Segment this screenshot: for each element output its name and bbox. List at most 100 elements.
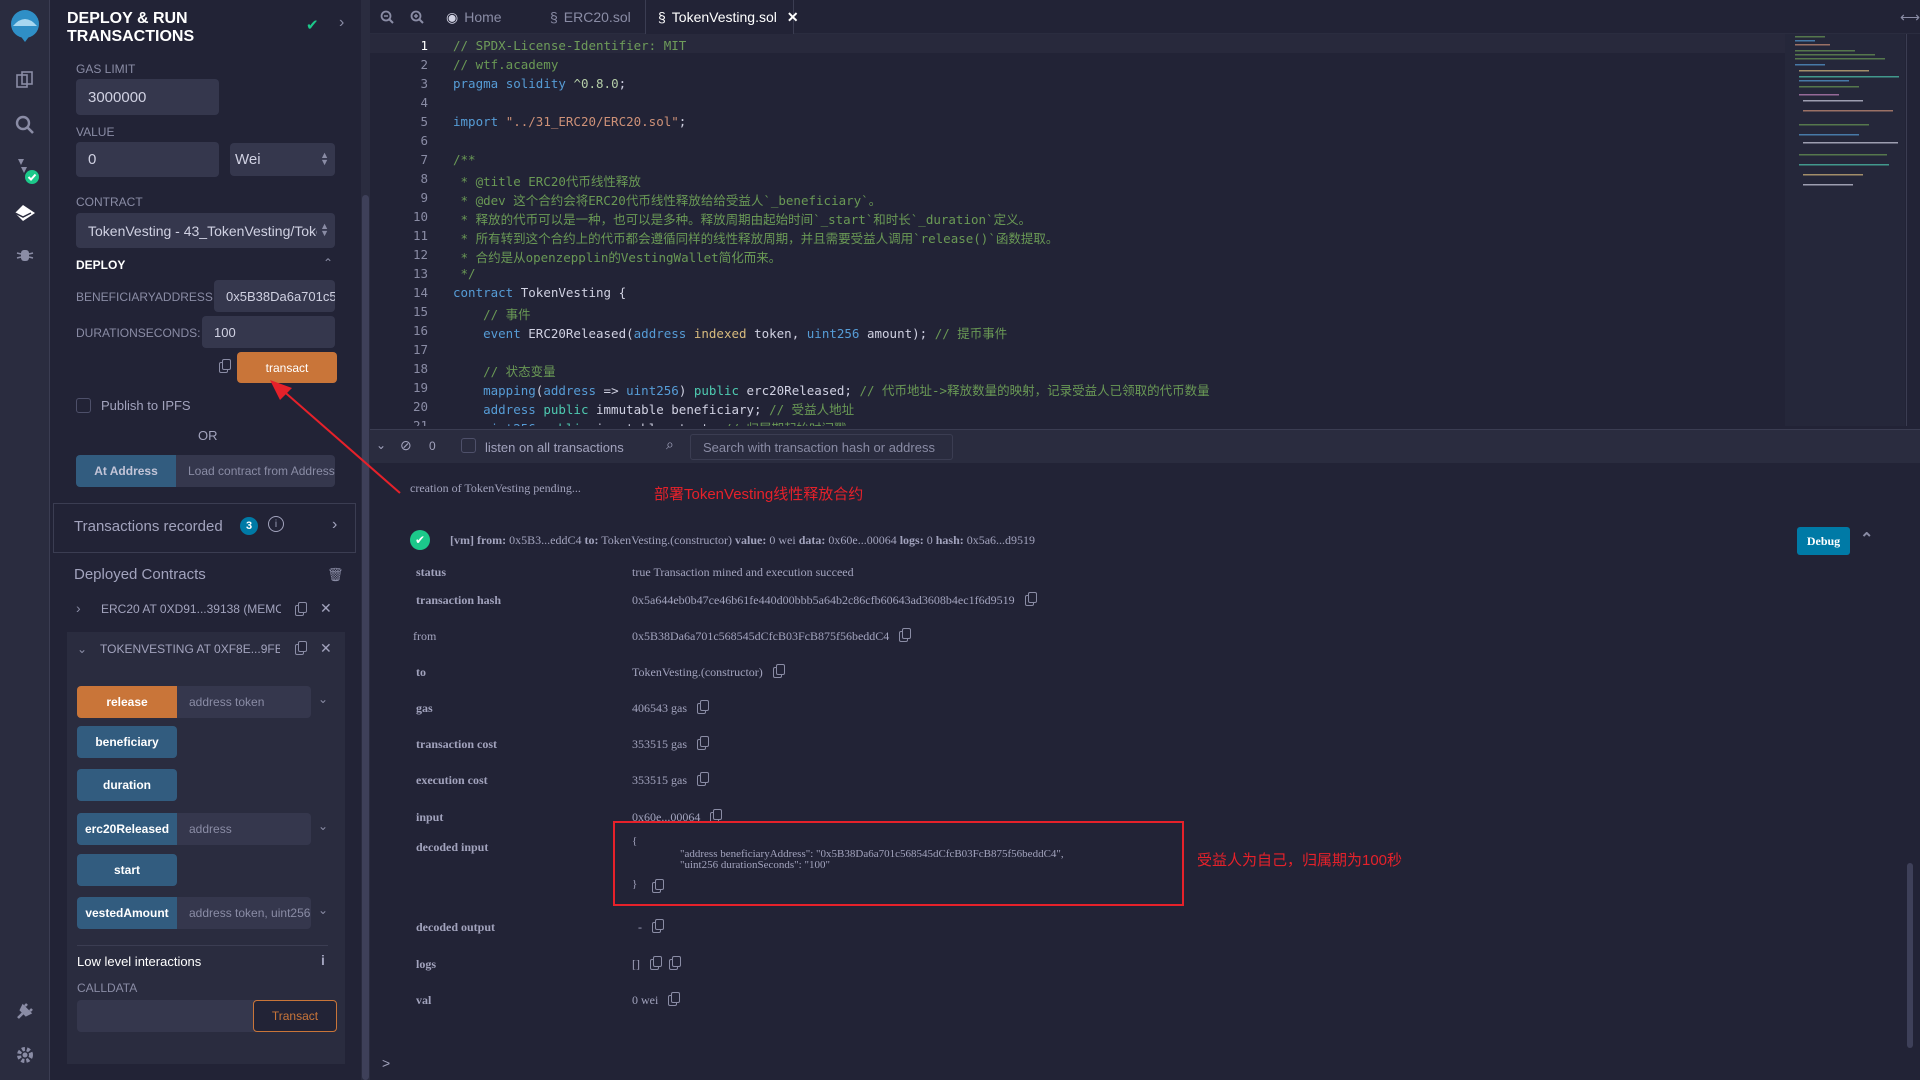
close-tab-icon[interactable]: ✕ xyxy=(787,9,799,26)
chevron-down-icon[interactable]: ⌄ xyxy=(77,642,87,656)
trash-icon[interactable]: 🗑 xyxy=(327,567,344,583)
tab-tokenvesting[interactable]: § TokenVesting.sol ✕ xyxy=(645,0,799,34)
fn-release-input[interactable]: address token xyxy=(177,686,311,718)
code-line[interactable]: * 合约是从openzepplin的VestingWallet简化而来。 xyxy=(453,247,782,266)
debug-button[interactable]: Debug xyxy=(1797,527,1850,555)
fn-beneficiary-button[interactable]: beneficiary xyxy=(77,726,177,758)
remix-logo-icon[interactable] xyxy=(5,6,45,46)
code-line[interactable]: * @title ERC20代币线性释放 xyxy=(453,171,641,190)
or-label: OR xyxy=(198,428,218,443)
chevron-down-icon[interactable]: ⌄ xyxy=(318,819,328,833)
fn-vestedamount-button[interactable]: vestedAmount xyxy=(77,897,177,929)
chevron-down-icon[interactable]: ⌄ xyxy=(318,692,328,706)
value-label: VALUE xyxy=(76,125,115,139)
param-input-duration[interactable]: 100 xyxy=(202,316,335,348)
summary-hash: 0x5a6...d9519 xyxy=(966,533,1036,547)
copy-calldata-icon[interactable] xyxy=(219,359,231,378)
code-line[interactable]: * 释放的代币可以是一种，也可以是多种。释放周期由起始时间`_start`和时长… xyxy=(453,209,1032,228)
copy-icon[interactable] xyxy=(697,772,709,786)
low-level-transact-button[interactable]: Transact xyxy=(253,1000,337,1032)
listen-all-checkbox[interactable] xyxy=(461,438,476,453)
copy-icon[interactable] xyxy=(668,992,681,1006)
detail-value-text: - xyxy=(638,920,642,934)
collapse-tx-icon[interactable]: ⌃ xyxy=(1860,529,1873,549)
chevron-right-icon[interactable]: › xyxy=(332,516,337,534)
line-number: 13 xyxy=(412,266,428,281)
code-line[interactable]: // wtf.academy xyxy=(453,57,558,72)
code-line[interactable]: uint256 public immutable start; // 归属期起始… xyxy=(453,418,846,426)
line-number: 9 xyxy=(420,190,428,205)
side-panel-scrollbar[interactable] xyxy=(361,0,370,1080)
code-line[interactable]: // 状态变量 xyxy=(453,361,556,380)
summary-hash-label: hash: xyxy=(935,533,964,547)
terminal-search-input[interactable]: Search with transaction hash or address xyxy=(690,434,953,460)
terminal-prompt[interactable]: > xyxy=(382,1055,390,1071)
copy-icon[interactable] xyxy=(697,736,709,750)
listen-all-label: listen on all transactions xyxy=(485,440,624,455)
copy-icon[interactable] xyxy=(697,700,709,714)
debugger-icon[interactable] xyxy=(10,240,40,270)
fn-release-button[interactable]: release xyxy=(77,686,177,718)
info-icon[interactable]: i xyxy=(321,952,325,968)
copy-icon[interactable] xyxy=(899,628,912,642)
zoom-out-icon[interactable] xyxy=(380,0,400,34)
copy-address-icon[interactable] xyxy=(295,602,307,621)
at-address-button[interactable]: At Address xyxy=(76,455,176,487)
code-line[interactable]: * @dev 这个合约会将ERC20代币线性释放给给受益人`_beneficia… xyxy=(453,190,882,209)
fn-duration-button[interactable]: duration xyxy=(77,769,177,801)
file-explorer-icon[interactable] xyxy=(10,65,40,95)
expand-horizontal-icon[interactable]: ⟷ xyxy=(1900,0,1920,34)
editor-scrollbar[interactable] xyxy=(1906,34,1920,426)
value-unit-select[interactable]: Wei ▲ ▼ xyxy=(230,143,335,176)
param-input-beneficiary[interactable]: 0x5B38Da6a701c568545dCfcB03FcB875f56bedd… xyxy=(214,280,335,312)
code-editor[interactable]: 1 2 3 4 5 6 7 8 9 10 11 12 13 14 15 16 17 18 19 20 21 // SPD… xyxy=(370,34,1785,426)
code-line[interactable]: */ xyxy=(453,266,476,281)
deployed-contract-erc20[interactable]: › ERC20 AT 0XD91...39138 (MEMORY) ✕ xyxy=(76,600,336,620)
code-line[interactable]: address public immutable beneficiary; //… xyxy=(453,399,854,418)
chevron-down-icon[interactable]: ⌄ xyxy=(318,903,328,917)
info-icon[interactable]: i xyxy=(268,516,284,532)
value-input[interactable]: 0 xyxy=(76,142,219,177)
minimap[interactable] xyxy=(1785,34,1905,426)
deploy-run-icon[interactable] xyxy=(10,198,40,228)
contract-select[interactable]: TokenVesting - 43_TokenVesting/TokenVest… xyxy=(76,213,335,248)
fn-start-button[interactable]: start xyxy=(77,854,177,886)
copy-icon[interactable] xyxy=(1024,592,1037,606)
search-icon[interactable] xyxy=(10,110,40,140)
fn-erc20released-button[interactable]: erc20Released xyxy=(77,813,177,845)
code-line[interactable]: import "../31_ERC20/ERC20.sol"; xyxy=(453,114,686,129)
tx-summary[interactable]: [vm] from: 0x5B3...eddC4 to: TokenVestin… xyxy=(450,533,1035,548)
zoom-in-icon[interactable] xyxy=(410,0,430,34)
close-icon[interactable]: ✕ xyxy=(320,600,332,617)
chevron-right-icon[interactable]: › xyxy=(339,14,344,32)
collapse-deploy-icon[interactable]: ⌃ xyxy=(323,256,333,270)
copy-address-icon[interactable] xyxy=(295,641,307,660)
code-line[interactable]: pragma solidity ^0.8.0; xyxy=(453,76,626,91)
terminal-scrollbar[interactable] xyxy=(1907,863,1913,1048)
copy-icon[interactable] xyxy=(650,956,662,970)
gas-limit-input[interactable]: 3000000 xyxy=(76,79,219,115)
contract-label: CONTRACT xyxy=(76,195,143,209)
detail-key: val xyxy=(416,993,432,1007)
scrollbar-thumb[interactable] xyxy=(362,195,369,1080)
code-line[interactable]: /** xyxy=(453,152,476,167)
close-icon[interactable]: ✕ xyxy=(320,640,332,657)
fn-vestedamount-input[interactable]: address token, uint256 timestamp xyxy=(177,897,311,929)
code-line[interactable]: * 所有转到这个合约上的代币都会遵循同样的线性释放周期，并且需要受益人调用`re… xyxy=(453,228,1059,247)
copy-icon[interactable] xyxy=(652,919,664,933)
calldata-input[interactable] xyxy=(77,1000,257,1032)
copy-icon[interactable] xyxy=(652,879,664,898)
tab-erc20[interactable]: § ERC20.sol xyxy=(540,0,650,34)
code-line[interactable]: mapping(address => uint256) public erc20… xyxy=(453,380,1209,399)
code-line[interactable]: // 事件 xyxy=(453,304,531,323)
solidity-compiler-icon[interactable] xyxy=(10,155,40,185)
transactions-recorded-section[interactable]: Transactions recorded 3 i › xyxy=(53,503,356,553)
code-line[interactable]: contract TokenVesting { xyxy=(453,285,626,300)
plugin-manager-icon[interactable] xyxy=(10,995,40,1025)
copy-icon[interactable] xyxy=(772,664,785,678)
settings-icon[interactable] xyxy=(10,1040,40,1070)
code-line[interactable]: event ERC20Released(address indexed toke… xyxy=(453,323,1007,342)
fn-erc20released-input[interactable]: address xyxy=(177,813,311,845)
copy-icon[interactable] xyxy=(669,956,681,970)
publish-ipfs-checkbox[interactable] xyxy=(76,398,91,413)
